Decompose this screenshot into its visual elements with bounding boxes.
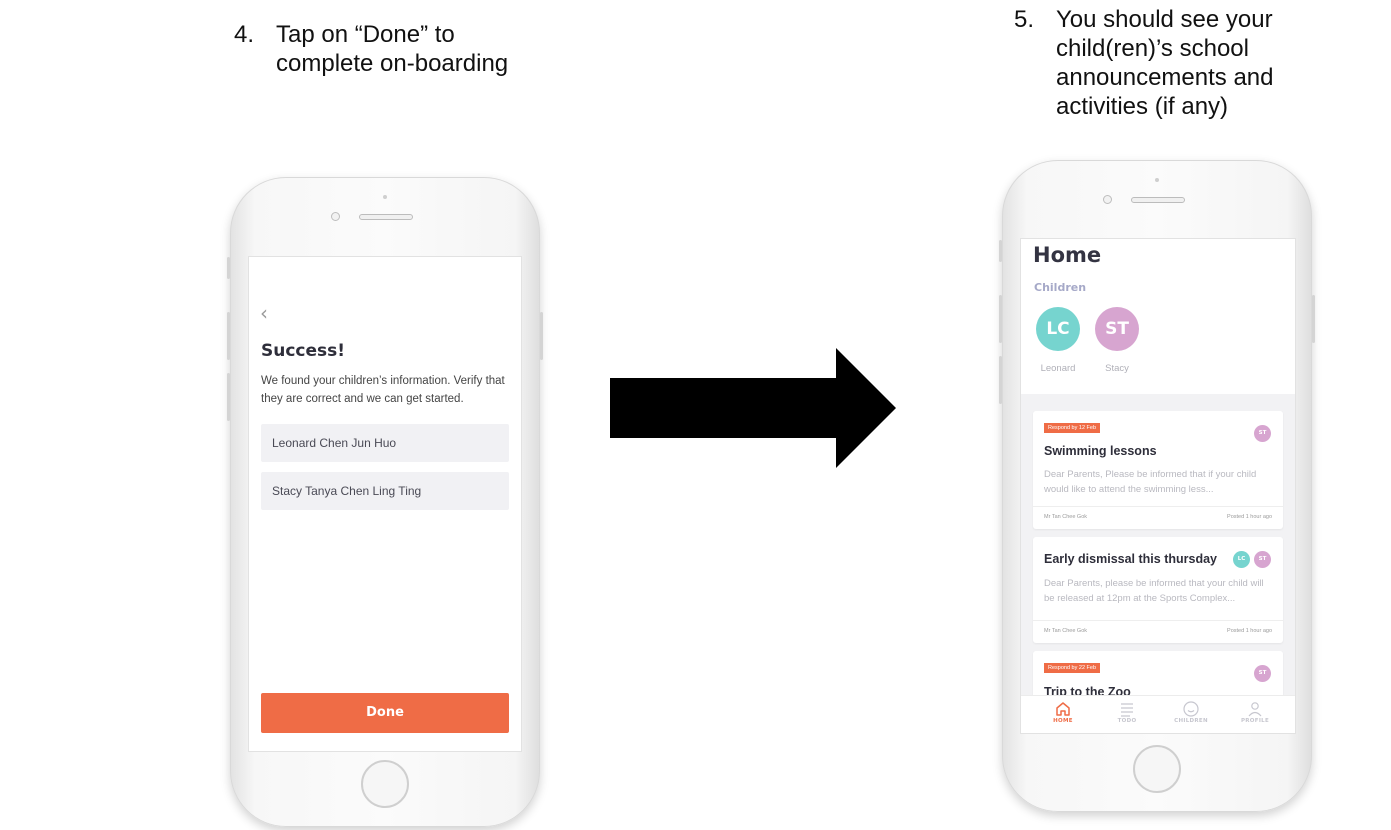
avatar: ST xyxy=(1254,665,1271,682)
step-number: 5. xyxy=(1014,6,1035,33)
child-name: Stacy xyxy=(1105,363,1129,374)
volume-up-button xyxy=(999,295,1002,343)
home-button xyxy=(361,760,409,808)
tab-children[interactable]: CHILDREN xyxy=(1161,698,1221,733)
announcement-card[interactable]: Respond by 12 Feb ST Swimming lessons De… xyxy=(1033,411,1283,529)
power-button xyxy=(1312,295,1315,343)
step-text: You should see your child(ren)’s school … xyxy=(1056,6,1274,120)
tab-home[interactable]: HOME xyxy=(1033,698,1093,733)
home-button xyxy=(1133,745,1181,793)
right-arrow-icon xyxy=(610,348,896,468)
tab-todo[interactable]: TODO xyxy=(1097,698,1157,733)
child-name: Leonard xyxy=(1040,363,1076,374)
volume-down-button xyxy=(227,373,230,421)
card-footer: Mr Tan Chee Gok Posted 1 hour ago xyxy=(1033,506,1283,529)
step-5-caption: 5. You should see your child(ren)’s scho… xyxy=(1014,5,1344,125)
camera-icon xyxy=(1103,195,1112,204)
person-icon xyxy=(1248,702,1262,717)
home-header: Home Children LC ST Leonard Stacy xyxy=(1021,239,1295,394)
success-message: We found your children’s information. Ve… xyxy=(261,375,505,405)
mute-switch xyxy=(227,257,230,279)
volume-down-button xyxy=(999,356,1002,404)
tab-profile[interactable]: PROFILE xyxy=(1225,698,1285,733)
card-body: Dear Parents, please be informed that yo… xyxy=(1044,578,1264,604)
volume-up-button xyxy=(227,312,230,360)
card-author: Mr Tan Chee Gok xyxy=(1044,514,1088,520)
announcement-card[interactable]: Respond by 22 Feb ST Trip to the Zoo xyxy=(1033,651,1283,701)
card-timestamp: Posted 1 hour ago xyxy=(1227,514,1272,520)
proximity-sensor xyxy=(383,195,387,199)
list-icon xyxy=(1121,703,1133,717)
child-name-field[interactable]: Leonard Chen Jun Huo xyxy=(261,424,509,462)
home-screen: Home Children LC ST Leonard Stacy Respon… xyxy=(1020,238,1296,734)
bottom-tab-bar: HOME TODO CHILDREN PROFILE xyxy=(1021,695,1295,733)
proximity-sensor xyxy=(1155,178,1159,182)
phone-mockup-onboarding: ‹ Success! We found your children’s info… xyxy=(227,177,543,827)
speaker-grille xyxy=(359,214,413,220)
mute-switch xyxy=(999,240,1002,262)
smiley-icon xyxy=(1183,701,1199,717)
card-title: Swimming lessons xyxy=(1044,444,1157,458)
child-name-field[interactable]: Stacy Tanya Chen Ling Ting xyxy=(261,472,509,510)
card-footer: Mr Tan Chee Gok Posted 1 hour ago xyxy=(1033,620,1283,643)
announcement-card[interactable]: LC ST Early dismissal this thursday Dear… xyxy=(1033,537,1283,643)
step-4-caption: 4. Tap on “Done” to complete on-boarding xyxy=(234,20,564,80)
done-button[interactable]: Done xyxy=(261,693,509,733)
camera-icon xyxy=(331,212,340,221)
avatar[interactable]: LC xyxy=(1036,307,1080,351)
avatar: ST xyxy=(1254,551,1271,568)
card-title: Early dismissal this thursday xyxy=(1044,552,1217,566)
tab-label: PROFILE xyxy=(1240,718,1270,724)
avatar[interactable]: ST xyxy=(1095,307,1139,351)
tab-label: CHILDREN xyxy=(1174,718,1208,724)
power-button xyxy=(540,312,543,360)
status-badge: Respond by 12 Feb xyxy=(1044,423,1101,433)
page-title: Home xyxy=(1033,243,1102,267)
home-icon xyxy=(1056,702,1070,716)
page-title: Success! xyxy=(261,341,346,361)
status-badge: Respond by 22 Feb xyxy=(1044,663,1101,673)
tab-label: TODO xyxy=(1117,718,1137,724)
section-label: Children xyxy=(1034,281,1087,294)
speaker-grille xyxy=(1131,197,1185,203)
card-author: Mr Tan Chee Gok xyxy=(1044,628,1088,634)
avatar: LC xyxy=(1233,551,1250,568)
avatar: ST xyxy=(1254,425,1271,442)
step-text: Tap on “Done” to complete on-boarding xyxy=(276,21,509,77)
card-body: Dear Parents, Please be informed that if… xyxy=(1044,469,1257,495)
card-timestamp: Posted 1 hour ago xyxy=(1227,628,1272,634)
tab-label: HOME xyxy=(1053,718,1073,724)
chevron-left-icon[interactable]: ‹ xyxy=(260,301,268,325)
step-number: 4. xyxy=(234,21,255,48)
onboarding-screen: ‹ Success! We found your children’s info… xyxy=(248,256,522,752)
phone-mockup-home: Home Children LC ST Leonard Stacy Respon… xyxy=(999,160,1315,812)
